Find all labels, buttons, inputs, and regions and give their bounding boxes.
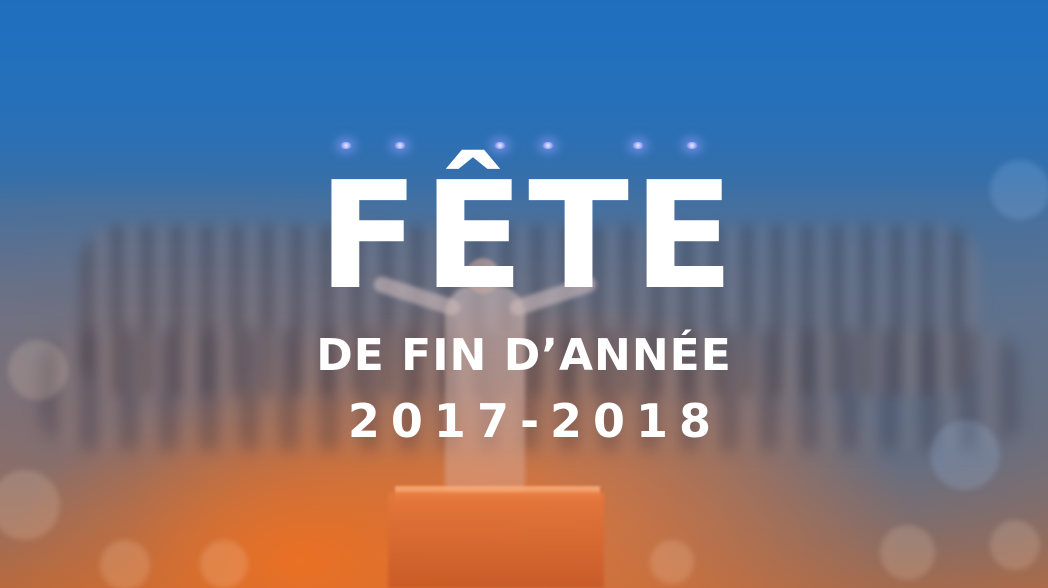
title-subtitle: DE FIN D’ANNÉE bbox=[316, 330, 732, 381]
bokeh-light bbox=[200, 540, 248, 588]
bokeh-light bbox=[0, 470, 60, 540]
stage-light bbox=[340, 142, 352, 149]
title-year: 2017-2018 bbox=[347, 394, 723, 448]
stage-light bbox=[542, 142, 554, 149]
stage-light bbox=[686, 142, 698, 149]
stage-light bbox=[494, 142, 506, 149]
bokeh-light bbox=[880, 525, 935, 580]
title-card: FÊTE DE FIN D’ANNÉE 2017-2018 bbox=[0, 0, 1048, 588]
bokeh-light bbox=[100, 540, 150, 588]
bokeh-light bbox=[650, 540, 694, 584]
title-main: FÊTE bbox=[317, 150, 739, 322]
bokeh-light bbox=[990, 520, 1040, 570]
stage-light bbox=[394, 142, 406, 149]
stage-light bbox=[632, 142, 644, 149]
podium bbox=[388, 492, 604, 588]
